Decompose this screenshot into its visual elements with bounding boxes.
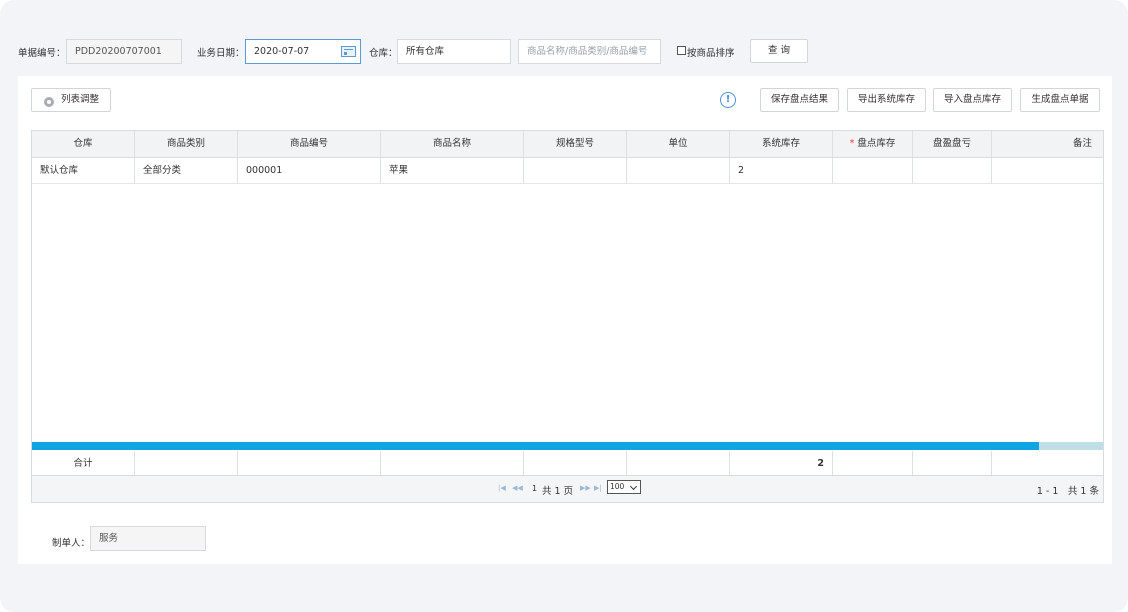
table-cell[interactable] [524,158,627,183]
column-header[interactable]: 盘盈盘亏 [913,131,992,157]
column-header[interactable]: 规格型号 [524,131,627,157]
product-search-input[interactable]: 商品名称/商品类别/商品编号 [518,39,661,64]
query-button[interactable]: 查 询 [750,39,808,63]
maker-label: 制单人： [52,538,91,549]
footer-cell [381,451,524,475]
table-cell[interactable]: 苹果 [381,158,524,183]
pagination-bar: |◀ ◀◀ 1 共 1 页 ▶▶ ▶| 100 1 - 1 共 1 条 [32,476,1103,502]
export-system-stock-button[interactable]: 导出系统库存 [847,88,926,112]
horizontal-scrollbar[interactable] [32,442,1103,450]
calendar-icon[interactable] [341,46,356,57]
first-page-icon[interactable]: |◀ [498,484,506,492]
content-panel: 列表调整 ! 保存盘点结果 导出系统库存 导入盘点库存 生成盘点单据 仓库 商品… [18,76,1112,564]
table-cell[interactable] [913,158,992,183]
filter-bar: 单据编号： PDD20200707001 业务日期： 2020-07-07 仓库… [0,36,1128,66]
save-count-result-button[interactable]: 保存盘点结果 [760,88,839,112]
maker-field[interactable]: 服务 [90,526,206,551]
footer-cell [913,451,992,475]
page-total-text: 共 1 页 [542,486,574,497]
import-count-stock-button[interactable]: 导入盘点库存 [933,88,1012,112]
column-header[interactable]: 商品名称 [381,131,524,157]
footer-system-stock-total: 2 [730,451,833,475]
footer-cell [135,451,238,475]
record-range-text: 1 - 1 共 1 条 [1036,486,1099,497]
column-header[interactable]: 单位 [627,131,730,157]
footer-cell [627,451,730,475]
column-header[interactable]: 商品编号 [238,131,381,157]
warehouse-label: 仓库： [369,48,398,59]
table-footer-row: 合计 2 [32,451,1103,476]
doc-number-label: 单据编号： [18,48,66,59]
table-cell[interactable]: 全部分类 [135,158,238,183]
table-row[interactable]: 默认仓库 全部分类 000001 苹果 2 [32,158,1103,184]
footer-cell [524,451,627,475]
table-cell[interactable] [627,158,730,183]
table-header-row: 仓库 商品类别 商品编号 商品名称 规格型号 单位 系统库存 * 盘点库存 盘盈… [32,131,1103,158]
column-header[interactable]: 仓库 [32,131,135,157]
horizontal-scrollbar-thumb[interactable] [32,442,1039,450]
last-page-icon[interactable]: ▶| [594,484,602,492]
warehouse-select[interactable]: 所有仓库 [397,39,511,64]
footer-cell [833,451,913,475]
page-size-select[interactable]: 100 [607,480,641,494]
page-frame: 单据编号： PDD20200707001 业务日期： 2020-07-07 仓库… [0,0,1128,612]
column-header[interactable]: 备注 [992,131,1103,157]
footer-total-label: 合计 [32,451,135,475]
table-cell[interactable]: 默认仓库 [32,158,135,183]
column-header-required[interactable]: * 盘点库存 [833,131,913,157]
column-adjust-button[interactable]: 列表调整 [31,88,111,112]
page-number-input[interactable]: 1 [532,484,537,493]
footer-cell [992,451,1103,475]
info-icon[interactable]: ! [720,92,736,108]
required-marker: * [849,138,855,149]
business-date-value: 2020-07-07 [254,46,310,57]
column-adjust-label: 列表调整 [60,94,99,105]
column-header[interactable]: 系统库存 [730,131,833,157]
footer-cell [238,451,381,475]
column-header-label: 盘点库存 [857,138,896,149]
sort-by-product-checkbox[interactable] [677,46,686,55]
table-cell[interactable] [992,158,1103,183]
column-header[interactable]: 商品类别 [135,131,238,157]
table-cell[interactable]: 000001 [238,158,381,183]
business-date-field[interactable]: 2020-07-07 [245,39,361,64]
table-cell[interactable] [833,158,913,183]
business-date-label: 业务日期： [197,48,245,59]
sort-by-product-label: 按商品排序 [687,48,735,59]
prev-page-icon[interactable]: ◀◀ [512,484,523,492]
next-page-icon[interactable]: ▶▶ [580,484,591,492]
doc-number-field[interactable]: PDD20200707001 [66,39,182,64]
table-cell[interactable]: 2 [730,158,833,183]
generate-count-doc-button[interactable]: 生成盘点单据 [1020,88,1100,112]
gear-icon [44,97,54,107]
stock-count-table: 仓库 商品类别 商品编号 商品名称 规格型号 单位 系统库存 * 盘点库存 盘盈… [31,130,1104,503]
